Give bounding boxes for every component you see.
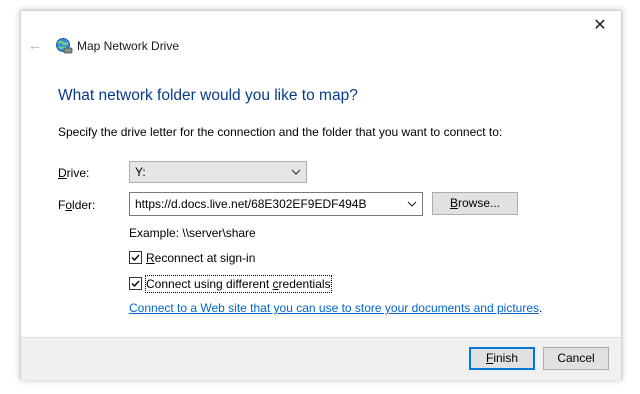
drive-label-rest: rive: bbox=[66, 166, 90, 180]
instructions-text: Specify the drive letter for the connect… bbox=[58, 125, 503, 139]
checkmark-icon bbox=[131, 254, 140, 262]
close-icon[interactable]: ✕ bbox=[588, 15, 612, 37]
folder-path-value: https://d.docs.live.net/68E302EF9EDF494B bbox=[135, 197, 367, 211]
credentials-checkbox[interactable] bbox=[129, 277, 142, 290]
back-arrow-icon[interactable]: ← bbox=[26, 37, 44, 55]
finish-label-rest: inish bbox=[493, 351, 519, 365]
browse-button[interactable]: Browse... bbox=[432, 192, 518, 215]
cancel-button[interactable]: Cancel bbox=[543, 347, 609, 370]
web-site-link[interactable]: Connect to a Web site that you can use t… bbox=[129, 301, 539, 315]
reconnect-mnemonic: R bbox=[146, 251, 155, 265]
credentials-label-rest: redentials bbox=[278, 277, 331, 291]
map-network-drive-dialog: ✕ ← Map Network Drive What network folde… bbox=[20, 10, 622, 380]
link-suffix: . bbox=[539, 301, 543, 315]
drive-label: Drive: bbox=[58, 165, 89, 181]
folder-combobox[interactable]: https://d.docs.live.net/68E302EF9EDF494B bbox=[129, 192, 423, 216]
reconnect-label-rest: econnect at sign-in bbox=[154, 251, 256, 265]
drive-label-mnemonic: D bbox=[58, 166, 67, 180]
drive-letter-select[interactable]: Y: bbox=[129, 161, 307, 183]
network-drive-icon bbox=[55, 37, 73, 55]
link-row: Connect to a Web site that you can use t… bbox=[129, 300, 542, 316]
dialog-footer: Finish Cancel bbox=[21, 337, 621, 380]
drive-letter-value: Y: bbox=[135, 165, 146, 179]
folder-label-rest: lder: bbox=[72, 198, 96, 212]
browse-label-rest: rowse... bbox=[458, 196, 501, 210]
finish-button[interactable]: Finish bbox=[469, 347, 535, 370]
credentials-label: Connect using different credentials bbox=[145, 275, 332, 293]
chevron-down-icon[interactable] bbox=[407, 196, 417, 215]
checkmark-icon bbox=[131, 280, 140, 288]
window-title: Map Network Drive bbox=[77, 39, 180, 53]
reconnect-checkbox[interactable] bbox=[129, 251, 142, 264]
reconnect-label: Reconnect at sign-in bbox=[146, 250, 255, 266]
chevron-down-icon bbox=[291, 164, 301, 183]
example-text: Example: \\server\share bbox=[129, 226, 256, 240]
folder-label: Folder: bbox=[58, 197, 95, 213]
credentials-label-first: Connect using different bbox=[146, 277, 273, 291]
browse-mnemonic: B bbox=[449, 196, 458, 210]
page-heading: What network folder would you like to ma… bbox=[58, 87, 358, 104]
